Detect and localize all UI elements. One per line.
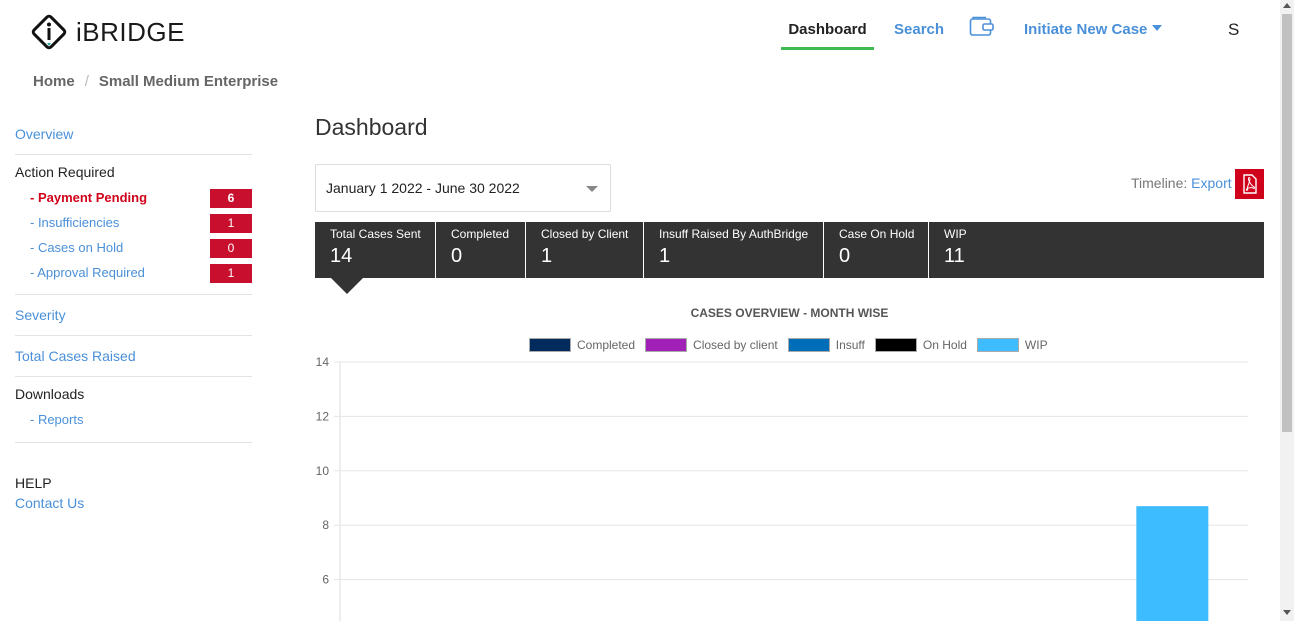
stat-label: Case On Hold (839, 227, 915, 241)
scroll-thumb[interactable] (1282, 14, 1292, 432)
y-tick-label: 10 (316, 464, 330, 478)
sidebar-severity[interactable]: Severity (15, 307, 66, 323)
y-tick-label: 14 (316, 355, 330, 369)
wallet-icon[interactable] (969, 16, 995, 38)
date-range-select[interactable]: January 1 2022 - June 30 2022 (315, 164, 611, 212)
sidebar-divider (15, 376, 252, 377)
timeline-label: Timeline: (1131, 175, 1188, 191)
sidebar-item-insufficiencies[interactable]: - Insufficiencies 1 (15, 214, 252, 239)
stat-label: Closed by Client (541, 227, 629, 241)
stats-bar: Total Cases Sent 14 Completed 0 Closed b… (315, 222, 1264, 278)
sidebar-total-cases-raised[interactable]: Total Cases Raised (15, 348, 136, 364)
stat-value: 11 (944, 245, 965, 267)
count-badge: 1 (210, 214, 252, 233)
stat-value: 1 (659, 245, 671, 267)
dropdown-arrow-icon (586, 186, 598, 192)
timeline-export: Timeline: Export (1131, 175, 1232, 191)
nav-search[interactable]: Search (894, 10, 944, 50)
y-tick-label: 8 (322, 518, 329, 532)
page-title: Dashboard (315, 114, 428, 140)
breadcrumb-separator: / (84, 73, 89, 90)
stat-case-on-hold[interactable]: Case On Hold 0 (824, 222, 929, 278)
sidebar-overview[interactable]: Overview (15, 126, 73, 142)
stat-total-cases-sent[interactable]: Total Cases Sent 14 (315, 222, 436, 278)
stat-value: 0 (451, 245, 463, 267)
scroll-up-arrow-icon[interactable] (1283, 3, 1291, 8)
stat-insuff-raised[interactable]: Insuff Raised By AuthBridge 1 (644, 222, 824, 278)
user-menu[interactable]: S (1228, 10, 1239, 50)
sidebar-item-reports[interactable]: - Reports (15, 411, 83, 436)
stat-label: Total Cases Sent (330, 227, 421, 241)
nav-dashboard[interactable]: Dashboard (781, 10, 874, 50)
nav-initiate-new-case[interactable]: Initiate New Case (1024, 10, 1163, 50)
breadcrumb-home[interactable]: Home (33, 73, 75, 90)
stat-closed-by-client[interactable]: Closed by Client 1 (526, 222, 644, 278)
stat-completed[interactable]: Completed 0 (436, 222, 526, 278)
stat-value: 14 (330, 245, 353, 267)
cases-overview-chart: 14 12 10 8 6 (316, 355, 1248, 621)
sidebar-item-label: - Cases on Hold (30, 240, 124, 255)
sidebar-divider (15, 294, 252, 295)
stat-value: 1 (541, 245, 553, 267)
sidebar-divider (15, 154, 252, 155)
stat-wip[interactable]: WIP 11 (929, 222, 1264, 278)
logo-diamond-icon (31, 14, 67, 50)
sidebar-item-label: - Payment Pending (30, 190, 148, 205)
pdf-export-icon[interactable] (1235, 169, 1264, 199)
export-link[interactable]: Export (1191, 175, 1231, 191)
count-badge: 1 (210, 264, 252, 283)
logo[interactable]: iBRIDGE (30, 13, 185, 51)
count-badge: 0 (210, 239, 252, 258)
sidebar-item-label: - Approval Required (30, 265, 145, 280)
sidebar-item-approval-required[interactable]: - Approval Required 1 (15, 264, 252, 289)
nav-initiate-label: Initiate New Case (1024, 21, 1148, 38)
stat-label: Completed (451, 227, 510, 241)
chart-title: CASES OVERVIEW - MONTH WISE (690, 306, 889, 320)
scroll-down-arrow-icon[interactable] (1283, 610, 1291, 615)
stat-label: WIP (944, 227, 967, 241)
caret-down-icon (1152, 25, 1163, 32)
y-tick-label: 6 (322, 573, 329, 587)
stat-label: Insuff Raised By AuthBridge (659, 227, 809, 241)
sidebar-downloads: Downloads (15, 386, 85, 402)
sidebar-item-cases-on-hold[interactable]: - Cases on Hold 0 (15, 239, 252, 264)
sidebar-item-label: - Insufficiencies (30, 215, 120, 230)
sidebar-item-payment-pending[interactable]: - Payment Pending 6 (15, 189, 252, 214)
date-range-value: January 1 2022 - June 30 2022 (326, 180, 520, 196)
y-tick-label: 12 (316, 409, 330, 423)
sidebar-divider (15, 335, 252, 336)
sidebar-contact-us[interactable]: Contact Us (15, 495, 84, 511)
sidebar-action-required: Action Required (15, 164, 115, 180)
stat-value: 0 (839, 245, 851, 267)
breadcrumb-current: Small Medium Enterprise (98, 73, 279, 90)
count-badge: 6 (210, 189, 252, 208)
sidebar-help: HELP (15, 475, 52, 491)
logo-text: iBRIDGE (76, 16, 185, 47)
chart-bar-wip[interactable] (1136, 506, 1209, 621)
active-stat-pointer (331, 278, 363, 294)
page-scrollbar[interactable] (1280, 0, 1294, 621)
breadcrumb: Home / Small Medium Enterprise (33, 73, 278, 90)
top-header: iBRIDGE Dashboard Search Initiate New Ca… (0, 0, 1280, 62)
sidebar-divider (15, 442, 252, 443)
